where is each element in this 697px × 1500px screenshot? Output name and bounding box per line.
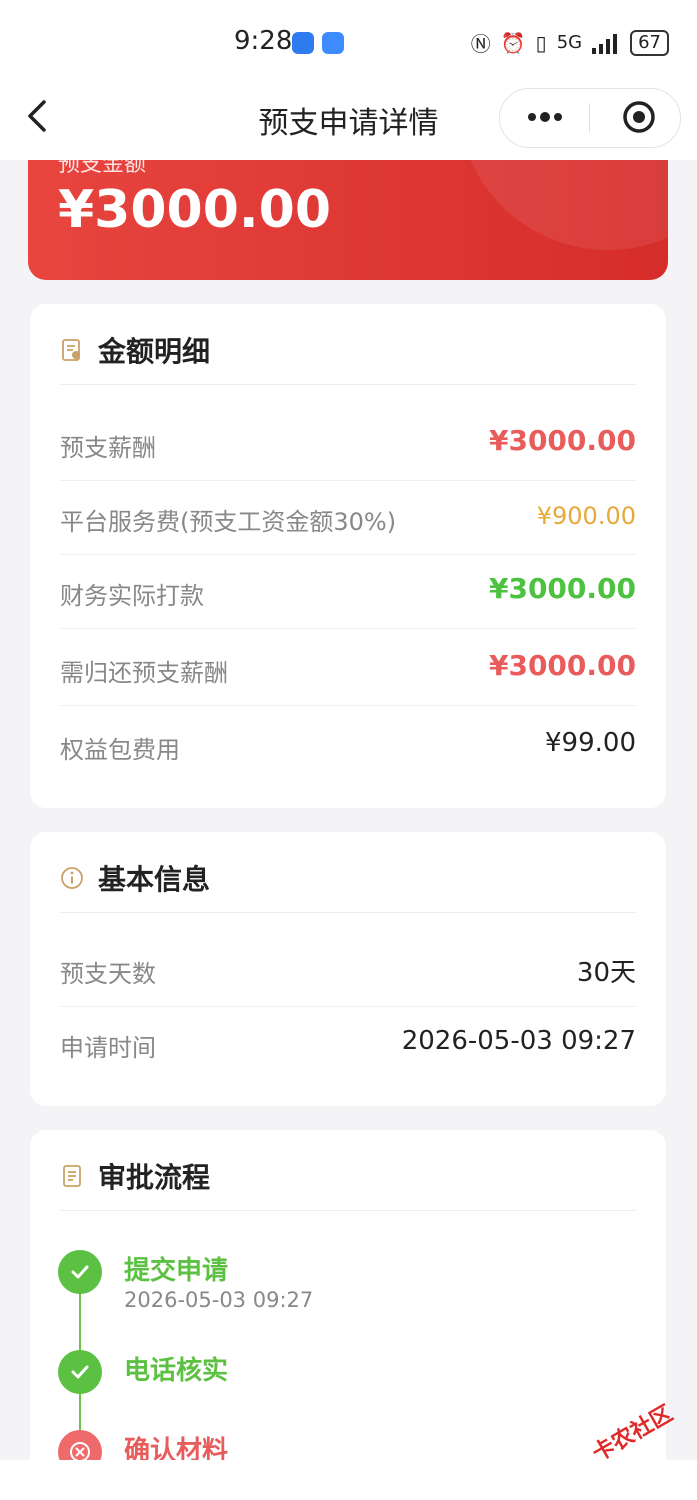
basic-info-title: 基本信息: [98, 863, 211, 896]
step-done-badge: [58, 1250, 102, 1294]
approval-process-title: 审批流程: [98, 1161, 211, 1194]
detail-row-benefit-package: 权益包费用 ¥99.00: [60, 708, 636, 782]
row-value: ¥900.00: [536, 502, 636, 530]
step-title: 电话核实: [124, 1356, 229, 1386]
check-icon: [71, 1265, 89, 1279]
step-title: 提交申请: [124, 1256, 229, 1286]
row-label: 预支天数: [60, 960, 156, 988]
row-label: 预支薪酬: [60, 434, 156, 462]
step-done-badge: [58, 1350, 102, 1394]
more-button[interactable]: [522, 95, 568, 139]
document-icon: [63, 1165, 81, 1187]
info-icon: [61, 867, 83, 889]
detail-row-advance-salary: 预支薪酬 ¥3000.00: [60, 406, 636, 481]
row-value: ¥3000.00: [488, 424, 636, 457]
alarm-icon: ⏰: [500, 30, 526, 55]
target-close-icon: [623, 101, 655, 133]
row-value: ¥3000.00: [488, 572, 636, 605]
more-dots-icon: [528, 112, 562, 122]
card-header: 基本信息: [60, 858, 210, 898]
detail-row-repay-amount: 需归还预支薪酬 ¥3000.00: [60, 631, 636, 706]
network-type: 5G: [556, 32, 583, 53]
mini-program-capsule: [499, 88, 681, 148]
info-row-apply-time: 申请时间 2026-05-03 09:27: [60, 1006, 636, 1080]
divider: [60, 912, 636, 913]
info-row-advance-days: 预支天数 30天: [60, 932, 636, 1007]
amount-detail-title: 金额明细: [98, 335, 211, 368]
row-label: 财务实际打款: [60, 582, 204, 610]
row-value: 30天: [576, 958, 636, 988]
basic-info-card: 基本信息 预支天数 30天 申请时间 2026-05-03 09:27: [30, 832, 666, 1106]
detail-row-actual-payment: 财务实际打款 ¥3000.00: [60, 554, 636, 629]
status-bar: 9:28 Ⓝ ⏰ ▯ 5G 67: [0, 0, 697, 80]
status-time: 9:28: [234, 26, 293, 56]
app-notification-icon: [292, 32, 314, 54]
row-value: ¥99.00: [545, 728, 636, 758]
status-icons: Ⓝ ⏰ ▯ 5G 67: [471, 28, 669, 57]
signal-icon: [592, 33, 618, 54]
row-value: 2026-05-03 09:27: [401, 1026, 636, 1056]
card-header: 金额明细: [60, 330, 210, 370]
bill-icon: [62, 339, 80, 361]
amount-detail-card: 金额明细 预支薪酬 ¥3000.00 平台服务费(预支工资金额30%) ¥900…: [30, 304, 666, 808]
capsule-divider: [589, 103, 590, 133]
row-label: 权益包费用: [60, 736, 180, 764]
battery-indicator: 67: [630, 29, 669, 56]
close-button[interactable]: [622, 100, 656, 134]
bottom-bar: [0, 1460, 697, 1500]
divider: [60, 1210, 636, 1211]
step-time: 2026-05-03 09:27: [124, 1288, 314, 1312]
row-label: 需归还预支薪酬: [60, 659, 228, 687]
card-header: 审批流程: [60, 1156, 210, 1196]
divider: [60, 384, 636, 385]
nfc-icon: Ⓝ: [470, 32, 491, 56]
row-label: 申请时间: [60, 1034, 156, 1062]
wifi-app-icon: [322, 32, 344, 54]
vibrate-icon: ▯: [535, 30, 547, 55]
check-icon: [71, 1365, 89, 1379]
advance-amount-value: ¥3000.00: [58, 180, 332, 240]
row-label: 平台服务费(预支工资金额30%): [60, 508, 397, 536]
row-value: ¥3000.00: [488, 649, 636, 682]
detail-row-service-fee: 平台服务费(预支工资金额30%) ¥900.00: [60, 480, 636, 555]
navigation-bar: 预支申请详情: [0, 80, 697, 160]
